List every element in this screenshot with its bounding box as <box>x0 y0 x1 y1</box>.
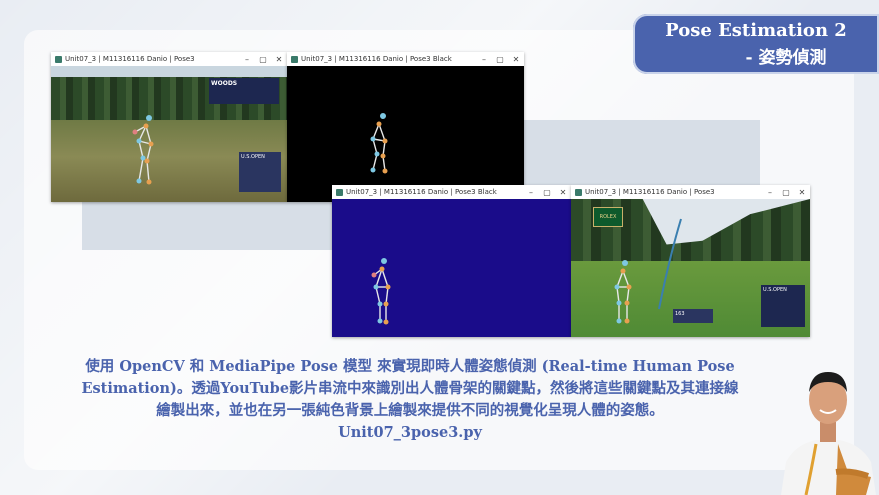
pose-keypoint <box>383 319 389 325</box>
pose-keypoint <box>377 318 383 324</box>
app-icon <box>336 188 343 196</box>
minimize-button[interactable]: – <box>239 55 255 64</box>
maximize-button[interactable]: ▢ <box>778 188 794 197</box>
minimize-button[interactable]: – <box>523 188 539 197</box>
pose-blue-window[interactable]: Unit07_3 | M11316116 Danio | Pose3 Black… <box>332 185 571 337</box>
club-trace <box>658 218 682 310</box>
pose-keypoint <box>132 129 138 135</box>
window-title: Unit07_3 | M11316116 Danio | Pose3 Black <box>346 188 497 196</box>
pose-keypoint <box>614 284 620 290</box>
caption-line-2: Estimation)。透過YouTube影片串流中來識別出人體骨架的關鍵點，然… <box>81 380 739 397</box>
pose-keypoint <box>626 284 632 290</box>
pose-keypoint <box>148 141 154 147</box>
pose-keypoint <box>382 168 388 174</box>
pose-skeleton <box>371 258 391 325</box>
window-title: Unit07_3 | M11316116 Danio | Pose3 <box>65 55 195 63</box>
pose-keypoint <box>146 179 152 185</box>
pose-keypoint <box>624 318 630 324</box>
window-titlebar[interactable]: Unit07_3 | M11316116 Danio | Pose3 – ▢ ✕ <box>571 185 810 199</box>
pose-keypoint <box>370 167 376 173</box>
pose-keypoint <box>370 136 376 142</box>
pose-keypoint <box>371 272 377 278</box>
window-title: Unit07_3 | M11316116 Danio | Pose3 Black <box>301 55 452 63</box>
pose-keypoint <box>380 113 386 119</box>
presenter-photo <box>781 372 876 495</box>
pose-keypoint <box>620 268 626 274</box>
app-icon <box>575 188 582 196</box>
slide-title-line1: Pose Estimation 2 <box>665 20 847 41</box>
pose-keypoint <box>383 301 389 307</box>
minimize-button[interactable]: – <box>476 55 492 64</box>
video-frame: ROLEX U.S.OPEN 163 <box>571 199 810 337</box>
caption-line-1: 使用 OpenCV 和 MediaPipe Pose 模型 來實現即時人體姿態偵… <box>85 358 735 375</box>
blue-canvas <box>332 199 571 337</box>
window-titlebar[interactable]: Unit07_3 | M11316116 Danio | Pose3 Black… <box>332 185 571 199</box>
pose-keypoint <box>374 151 380 157</box>
pose-keypoint <box>624 300 630 306</box>
video-frame: WOODS U.S.OPEN <box>51 66 287 202</box>
close-button[interactable]: ✕ <box>271 55 287 64</box>
close-button[interactable]: ✕ <box>555 188 571 197</box>
pose-video-window-2[interactable]: Unit07_3 | M11316116 Danio | Pose3 – ▢ ✕… <box>571 185 810 337</box>
slide-title-line2: - 姿勢偵測 <box>745 48 827 68</box>
maximize-button[interactable]: ▢ <box>492 55 508 64</box>
window-titlebar[interactable]: Unit07_3 | M11316116 Danio | Pose3 Black… <box>287 52 524 66</box>
pose-keypoint <box>373 284 379 290</box>
window-titlebar[interactable]: Unit07_3 | M11316116 Danio | Pose3 – ▢ ✕ <box>51 52 287 66</box>
close-button[interactable]: ✕ <box>794 188 810 197</box>
pose-keypoint <box>146 115 152 121</box>
pose-keypoint <box>382 138 388 144</box>
pose-keypoint <box>380 153 386 159</box>
black-canvas <box>287 66 524 202</box>
caption-line-4: Unit07_3pose3.py <box>338 424 482 441</box>
pose-black-window[interactable]: Unit07_3 | M11316116 Danio | Pose3 Black… <box>287 52 524 202</box>
pose-skeleton <box>370 113 388 174</box>
pose-keypoint <box>616 318 622 324</box>
pose-keypoint <box>616 300 622 306</box>
maximize-button[interactable]: ▢ <box>539 188 555 197</box>
pose-skeleton <box>614 218 682 324</box>
app-icon <box>291 55 298 63</box>
pose-skeleton <box>132 115 154 185</box>
pose-keypoint <box>136 138 142 144</box>
pose-keypoint <box>143 123 149 129</box>
pose-keypoint <box>140 155 146 161</box>
slide-title-badge: Pose Estimation 2 - 姿勢偵測 <box>633 14 879 74</box>
close-button[interactable]: ✕ <box>508 55 524 64</box>
pose-keypoint <box>385 284 391 290</box>
pose-keypoint <box>136 178 142 184</box>
window-title: Unit07_3 | M11316116 Danio | Pose3 <box>585 188 715 196</box>
pose-keypoint <box>377 301 383 307</box>
pose-keypoint <box>381 258 387 264</box>
pose-keypoint <box>622 260 628 266</box>
pose-keypoint <box>144 158 150 164</box>
app-icon <box>55 55 62 63</box>
pose-keypoint <box>376 121 382 127</box>
caption-line-3: 繪製出來，並也在另一張純色背景上繪製來提供不同的視覺化呈現人體的姿態。 <box>156 402 664 419</box>
slide-caption: 使用 OpenCV 和 MediaPipe Pose 模型 來實現即時人體姿態偵… <box>40 356 780 444</box>
maximize-button[interactable]: ▢ <box>255 55 271 64</box>
pose-video-window-1[interactable]: Unit07_3 | M11316116 Danio | Pose3 – ▢ ✕… <box>51 52 287 202</box>
minimize-button[interactable]: – <box>762 188 778 197</box>
pose-keypoint <box>379 266 385 272</box>
